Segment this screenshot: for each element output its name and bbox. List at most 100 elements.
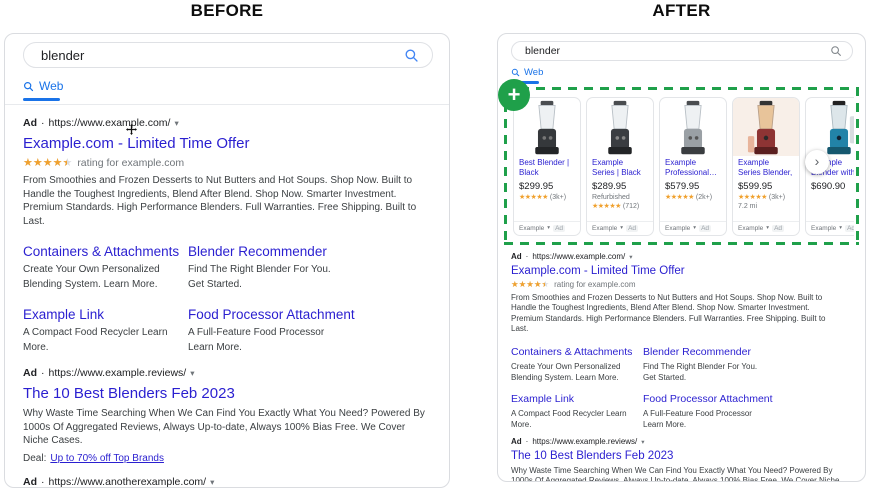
merchant-name[interactable]: Example — [592, 225, 617, 232]
carousel-next-button[interactable]: › — [805, 149, 829, 174]
ad-url-line: Ad · https://www.anotherexample.com/ ▾ — [23, 476, 433, 488]
ad-url: https://www.example.com/ — [532, 251, 626, 261]
deal-link[interactable]: Up to 70% off Top Brands — [50, 453, 164, 464]
sitelink-title[interactable]: Containers & Attachments — [511, 346, 643, 358]
ad-rating-line: ★★★★★★★★★★ rating for example.com — [23, 157, 433, 169]
sitelink-description: A Full-Feature Food Processor Learn More… — [643, 408, 752, 429]
web-tab-search-icon — [23, 81, 34, 92]
product-merchant-row: Example ▾ Ad — [514, 220, 580, 235]
ad-title-link[interactable]: Example.com - Limited Time Offer — [23, 135, 433, 152]
sitelink: Food Processor Attachment A Full-Feature… — [643, 393, 853, 430]
product-image — [587, 98, 653, 156]
merchant-name[interactable]: Example — [811, 225, 836, 232]
ad-description: From Smoothies and Frozen Desserts to Nu… — [23, 175, 417, 227]
highlight-border-top — [504, 86, 859, 90]
ad-options-caret[interactable]: ▾ — [629, 253, 632, 261]
sitelink: Example Link A Compact Food Recycler Lea… — [511, 393, 643, 430]
sitelinks-grid: Containers & Attachments Create Your Own… — [511, 346, 853, 430]
ad-description: Why Waste Time Searching When We Can Fin… — [23, 408, 425, 446]
merchant-caret[interactable]: ▾ — [547, 225, 550, 231]
merchant-name[interactable]: Example — [738, 225, 763, 232]
sitelink-title[interactable]: Blender Recommender — [643, 346, 853, 358]
sitelink: Containers & Attachments Create Your Own… — [23, 244, 188, 292]
product-price: $299.95 — [519, 180, 554, 192]
star-rating: ★★★★★★★★★★ — [511, 278, 550, 289]
search-icon[interactable] — [830, 45, 842, 57]
rating-text: rating for example.com — [554, 279, 636, 289]
ad-url-line: Ad · https://www.example.reviews/ ▾ — [511, 437, 853, 446]
ad-title-link[interactable]: The 10 Best Blenders Feb 2023 — [23, 385, 433, 402]
tab-underline — [23, 98, 60, 101]
merchant-caret[interactable]: ▾ — [693, 225, 696, 231]
ad-separator: · — [41, 367, 45, 379]
merchant-caret[interactable]: ▾ — [620, 225, 623, 231]
ad-badge: Ad — [772, 224, 785, 232]
ad-options-caret[interactable]: ▾ — [210, 477, 214, 487]
product-image — [806, 98, 854, 156]
ad-rating-line: ★★★★★★★★★★ rating for example.com — [511, 280, 853, 289]
product-card[interactable]: Best Blender | Black $299.95 ★★★★★ (3k+) … — [513, 96, 581, 236]
product-price: $579.95 — [665, 180, 700, 192]
deal-line: Deal: Up to 70% off Top Brands — [23, 453, 433, 464]
ad-options-caret[interactable]: ▾ — [174, 118, 178, 128]
merchant-name[interactable]: Example — [665, 225, 690, 232]
product-title[interactable]: Example Series | Black — [592, 158, 648, 178]
product-carousel-highlight: Best Blender | Black $299.95 ★★★★★ (3k+) … — [498, 78, 859, 245]
sitelink-title[interactable]: Example Link — [511, 393, 643, 405]
web-tab-label: Web — [39, 79, 64, 93]
tab-web[interactable]: Web — [511, 67, 853, 78]
highlight-border-right — [856, 86, 859, 245]
product-price: $690.90 — [811, 180, 846, 192]
merchant-caret[interactable]: ▾ — [766, 225, 769, 231]
sitelink-description: A Compact Food Recycler Learn More. — [511, 408, 627, 429]
sitelink-title[interactable]: Example Link — [23, 307, 188, 322]
ad-url-line: Ad · https://www.example.com/ ▾ — [511, 252, 853, 261]
ad-separator: · — [41, 117, 45, 129]
product-title[interactable]: Example Series Blender, White — [738, 158, 794, 178]
sitelink: Blender Recommender Find The Right Blend… — [188, 244, 433, 292]
sitelink: Containers & Attachments Create Your Own… — [511, 346, 643, 383]
ad-badge: Ad — [699, 224, 712, 232]
ad-description: Why Waste Time Searching When We Can Fin… — [511, 465, 840, 482]
product-card[interactable]: Example Series | Black $289.95 Refurbish… — [586, 96, 654, 236]
product-title[interactable]: Best Blender | Black — [519, 158, 575, 178]
search-icon[interactable] — [404, 48, 419, 63]
sitelink-title[interactable]: Food Processor Attachment — [188, 307, 433, 322]
sitelink-description: Find The Right Blender For You. Get Star… — [188, 264, 331, 290]
sitelink-description: Find The Right Blender For You. Get Star… — [643, 361, 758, 382]
tabs-divider — [5, 104, 449, 105]
sitelink-title[interactable]: Blender Recommender — [188, 244, 433, 259]
search-input[interactable] — [41, 47, 404, 63]
product-stars: ★★★★★ — [519, 193, 548, 201]
sitelink-title[interactable]: Food Processor Attachment — [643, 393, 853, 405]
ad-badge: Ad — [626, 224, 639, 232]
ad-options-caret[interactable]: ▾ — [641, 438, 644, 446]
chevron-right-icon: › — [814, 152, 820, 169]
ad-options-caret[interactable]: ▾ — [190, 368, 194, 378]
sitelink-description: A Full-Feature Food Processor Learn More… — [188, 327, 325, 353]
sitelink-title[interactable]: Containers & Attachments — [23, 244, 188, 259]
product-review-count: (3k+) — [768, 193, 786, 201]
sitelink-description: Create Your Own Personalized Blending Sy… — [511, 361, 621, 382]
merchant-caret[interactable]: ▾ — [839, 225, 842, 231]
web-tab-label: Web — [524, 67, 544, 78]
product-review-count: (712) — [622, 202, 640, 210]
ad-title-link[interactable]: The 10 Best Blenders Feb 2023 — [511, 450, 853, 462]
product-title[interactable]: Example Professional… — [665, 158, 721, 178]
product-review-count: (2k+) — [695, 193, 713, 201]
product-merchant-row: Example ▾ Ad — [806, 220, 854, 235]
tab-web[interactable]: Web — [23, 79, 433, 93]
search-input[interactable] — [525, 45, 830, 57]
search-bar — [511, 41, 853, 61]
ad-label: Ad — [23, 117, 37, 129]
merchant-name[interactable]: Example — [519, 225, 544, 232]
ad-url: https://www.example.com/ — [48, 117, 171, 129]
ad-label: Ad — [511, 436, 522, 446]
highlight-border-bottom — [504, 241, 859, 245]
product-card[interactable]: Example Professional… $579.95 ★★★★★ (2k+)… — [659, 96, 727, 236]
before-heading: BEFORE — [190, 1, 264, 20]
product-card[interactable]: Example Series Blender, White $599.95 ★★… — [732, 96, 800, 236]
sitelink: Blender Recommender Find The Right Blend… — [643, 346, 853, 383]
ad-title-link[interactable]: Example.com - Limited Time Offer — [511, 265, 853, 277]
product-carousel: Best Blender | Black $299.95 ★★★★★ (3k+) … — [513, 96, 854, 236]
